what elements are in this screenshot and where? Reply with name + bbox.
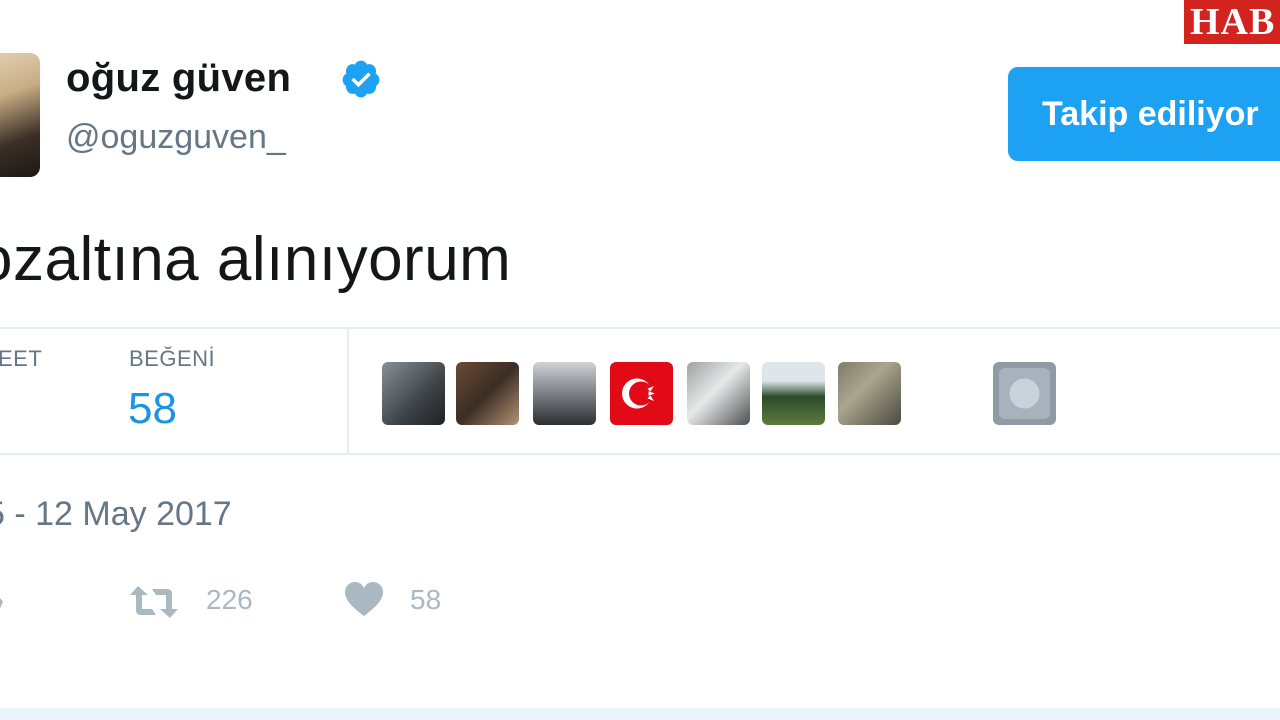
liker-avatar[interactable]: [993, 362, 1056, 425]
liker-avatar[interactable]: [456, 362, 519, 425]
watermark-logo: HAB: [1184, 0, 1280, 44]
liker-avatar[interactable]: [533, 362, 596, 425]
retweet-icon[interactable]: [128, 584, 180, 620]
reply-icon[interactable]: [0, 580, 6, 616]
display-name[interactable]: oğuz güven: [66, 56, 291, 101]
liker-avatar[interactable]: [838, 362, 901, 425]
crescent-star-icon: [622, 378, 655, 409]
liker-avatar[interactable]: [687, 362, 750, 425]
turkish-flag-avatar[interactable]: [610, 362, 673, 425]
watermark-text: HAB: [1190, 1, 1276, 43]
retweet-count: 226: [206, 584, 253, 615]
like-count: 58: [410, 584, 442, 615]
tweet-text: ozaltına alınıyorum: [0, 225, 512, 294]
user-handle[interactable]: @oguzguven_: [66, 118, 286, 157]
verified-badge-icon: [342, 60, 380, 98]
stats-top-divider: [0, 327, 1280, 329]
default-avatar-icon: [999, 368, 1050, 419]
liker-avatar[interactable]: [762, 362, 825, 425]
user-avatar[interactable]: [0, 53, 40, 177]
following-button[interactable]: Takip ediliyor: [1008, 67, 1280, 161]
like-heart-icon[interactable]: [344, 582, 384, 618]
retweet-stat-label[interactable]: EET: [0, 346, 42, 372]
reply-bar: [0, 708, 1280, 720]
like-stat-label[interactable]: BEĞENİ: [129, 346, 215, 372]
stats-vertical-divider: [347, 327, 349, 455]
stats-bottom-divider: [0, 453, 1280, 455]
tweet-timestamp[interactable]: 5 - 12 May 2017: [0, 495, 232, 534]
liker-avatar[interactable]: [382, 362, 445, 425]
like-stat-value[interactable]: 58: [128, 384, 177, 434]
